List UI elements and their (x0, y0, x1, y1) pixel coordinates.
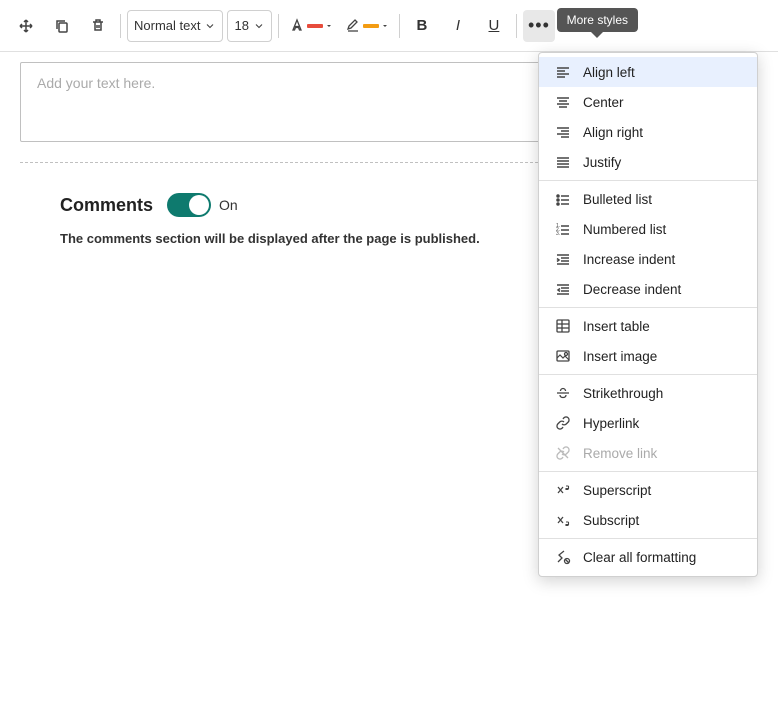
increase-indent-icon (553, 251, 573, 267)
insert-image-icon (553, 348, 573, 364)
menu-label-insert-table: Insert table (583, 319, 650, 334)
menu-item-center[interactable]: Center (539, 87, 757, 117)
menu-item-remove-link: Remove link (539, 438, 757, 468)
remove-link-icon (553, 445, 573, 461)
divider-2 (278, 14, 279, 38)
menu-divider-2 (539, 307, 757, 308)
font-size-dropdown[interactable]: 18 (227, 10, 271, 42)
menu-label-justify: Justify (583, 155, 621, 170)
menu-item-insert-table[interactable]: Insert table (539, 311, 757, 341)
menu-divider-1 (539, 180, 757, 181)
menu-label-remove-link: Remove link (583, 446, 657, 461)
toggle-label: On (219, 197, 238, 213)
hyperlink-icon (553, 415, 573, 431)
copy-button[interactable] (46, 10, 78, 42)
comments-label: Comments (60, 195, 153, 216)
menu-divider-4 (539, 471, 757, 472)
text-color-button[interactable] (285, 10, 337, 42)
numbered-list-icon: 1. 2. 3. (553, 221, 573, 237)
menu-label-align-right: Align right (583, 125, 643, 140)
menu-label-bulleted-list: Bulleted list (583, 192, 652, 207)
menu-divider-5 (539, 538, 757, 539)
menu-item-superscript[interactable]: Superscript (539, 475, 757, 505)
svg-text:3.: 3. (556, 231, 560, 237)
subscript-icon (553, 512, 573, 528)
menu-divider-3 (539, 374, 757, 375)
menu-label-align-left: Align left (583, 65, 635, 80)
menu-item-strikethrough[interactable]: Strikethrough (539, 378, 757, 408)
menu-label-strikethrough: Strikethrough (583, 386, 663, 401)
menu-item-align-left[interactable]: Align left (539, 57, 757, 87)
underline-button[interactable]: U (478, 10, 510, 42)
menu-item-justify[interactable]: Justify (539, 147, 757, 177)
strikethrough-icon (553, 385, 573, 401)
delete-button[interactable] (82, 10, 114, 42)
comments-toggle[interactable] (167, 193, 211, 217)
menu-label-hyperlink: Hyperlink (583, 416, 639, 431)
menu-item-clear-formatting[interactable]: Clear all formatting (539, 542, 757, 572)
more-styles-tooltip: More styles (557, 8, 638, 32)
menu-item-numbered-list[interactable]: 1. 2. 3. Numbered list (539, 214, 757, 244)
underline-label: U (489, 17, 500, 34)
menu-label-center: Center (583, 95, 624, 110)
bold-button[interactable]: B (406, 10, 438, 42)
editor-placeholder: Add your text here. (37, 75, 155, 91)
justify-icon (553, 154, 573, 170)
bold-label: B (417, 17, 428, 34)
italic-button[interactable]: I (442, 10, 474, 42)
menu-label-superscript: Superscript (583, 483, 651, 498)
decrease-indent-icon (553, 281, 573, 297)
divider-3 (399, 14, 400, 38)
menu-label-increase-indent: Increase indent (583, 252, 675, 267)
align-right-icon (553, 124, 573, 140)
menu-label-numbered-list: Numbered list (583, 222, 666, 237)
italic-label: I (456, 17, 460, 34)
toggle-container: On (167, 193, 238, 217)
menu-label-clear-formatting: Clear all formatting (583, 550, 696, 565)
menu-item-insert-image[interactable]: Insert image (539, 341, 757, 371)
menu-label-insert-image: Insert image (583, 349, 657, 364)
align-left-icon (553, 64, 573, 80)
center-icon (553, 94, 573, 110)
move-button[interactable] (10, 10, 42, 42)
menu-label-decrease-indent: Decrease indent (583, 282, 681, 297)
menu-item-bulleted-list[interactable]: Bulleted list (539, 184, 757, 214)
main-area: More styles Normal text (0, 0, 778, 726)
menu-item-subscript[interactable]: Subscript (539, 505, 757, 535)
menu-item-decrease-indent[interactable]: Decrease indent (539, 274, 757, 304)
font-size-label: 18 (234, 18, 248, 33)
style-dropdown[interactable]: Normal text (127, 10, 223, 42)
superscript-icon (553, 482, 573, 498)
divider-4 (516, 14, 517, 38)
menu-item-hyperlink[interactable]: Hyperlink (539, 408, 757, 438)
dropdown-menu: Align left Center (538, 52, 758, 577)
more-label: ••• (528, 15, 550, 36)
tooltip-text: More styles (567, 13, 628, 27)
highlight-color-button[interactable] (341, 10, 393, 42)
divider-1 (120, 14, 121, 38)
insert-table-icon (553, 318, 573, 334)
menu-item-increase-indent[interactable]: Increase indent (539, 244, 757, 274)
toolbar: Normal text 18 (0, 0, 778, 52)
clear-formatting-icon (553, 549, 573, 565)
more-options-button[interactable]: ••• (523, 10, 555, 42)
style-dropdown-label: Normal text (134, 18, 200, 33)
bulleted-list-icon (553, 191, 573, 207)
menu-item-align-right[interactable]: Align right (539, 117, 757, 147)
menu-label-subscript: Subscript (583, 513, 639, 528)
